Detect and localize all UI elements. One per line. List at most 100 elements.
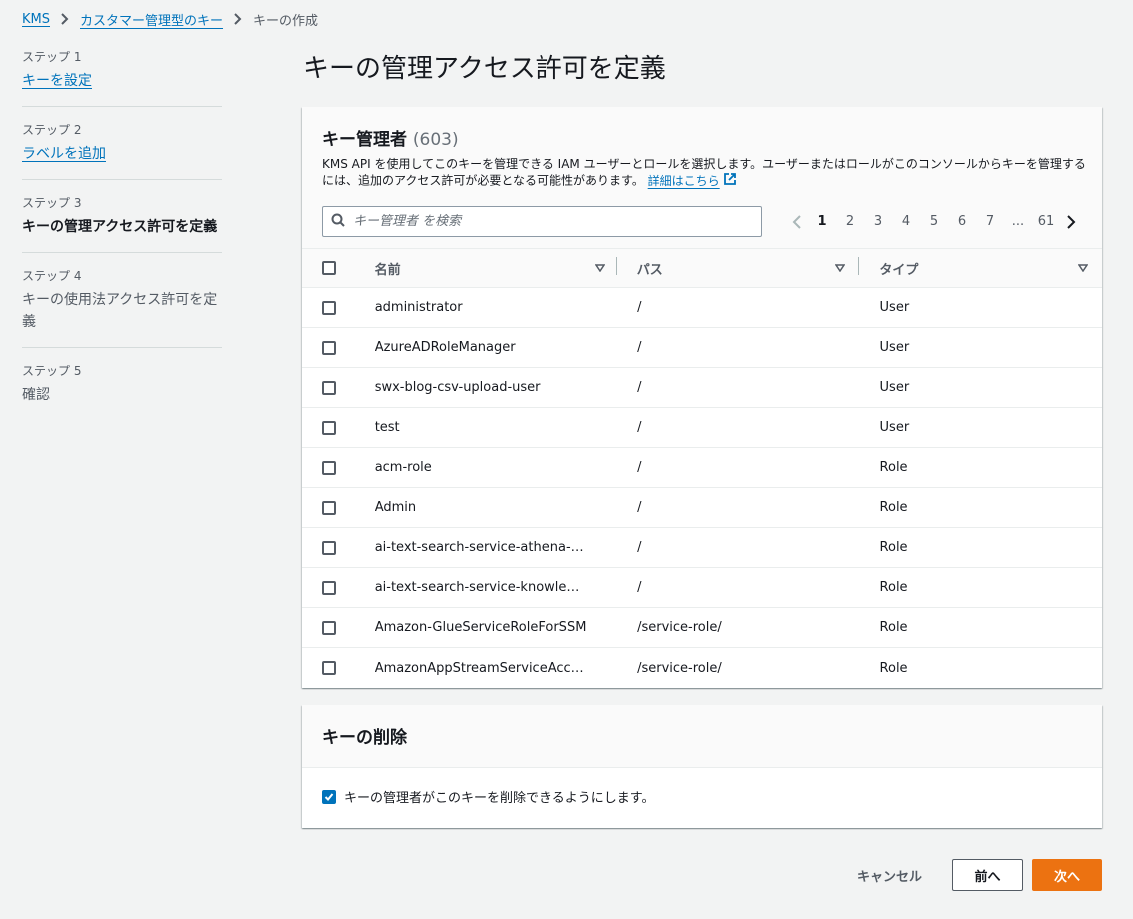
cell-type: Role: [879, 460, 908, 475]
select-all-checkbox[interactable]: [322, 261, 336, 275]
allow-deletion-checkbox[interactable]: [322, 789, 336, 804]
sort-caret-icon[interactable]: [594, 264, 605, 272]
page-2[interactable]: 2: [836, 214, 864, 229]
table-row[interactable]: ai-text-search-service-knowle… / Role: [302, 568, 1102, 608]
cell-name: AmazonAppStreamServiceAcc…: [374, 660, 584, 676]
cell-path: /: [637, 460, 642, 475]
cell-type: User: [879, 380, 910, 395]
search-box[interactable]: [322, 206, 762, 237]
wizard-steps: ステップ 1 キーを設定 ステップ 2 ラベルを追加 ステップ 3 キーの管理ア…: [22, 48, 222, 434]
cell-type: User: [879, 420, 910, 435]
cell-path: /service-role/: [637, 620, 722, 635]
cell-path: /: [637, 300, 642, 315]
page-7[interactable]: 7: [976, 214, 1004, 229]
row-checkbox[interactable]: [322, 420, 336, 435]
deletion-option: キーの管理者がこのキーを削除できるようにします。: [302, 768, 1102, 825]
cell-type: Role: [879, 540, 908, 555]
breadcrumb-current: キーの作成: [253, 13, 319, 29]
step-link-configure-key[interactable]: キーを設定: [22, 73, 92, 89]
cell-path: /service-role/: [637, 660, 722, 676]
cell-path: /: [637, 380, 642, 395]
cell-path: /: [637, 420, 642, 435]
table-row[interactable]: swx-blog-csv-upload-user / User: [302, 368, 1102, 408]
cancel-button[interactable]: キャンセル: [857, 866, 922, 885]
page-1[interactable]: 1: [808, 214, 836, 229]
panel-header: キー管理者 (603) KMS API を使用してこのキーを管理できる IAM …: [302, 107, 1102, 248]
step-number: ステップ 1: [22, 50, 82, 64]
page-4[interactable]: 4: [892, 214, 920, 229]
allow-deletion-label[interactable]: キーの管理者がこのキーを削除できるようにします。: [344, 787, 654, 806]
cell-name: ai-text-search-service-athena-…: [374, 540, 584, 555]
step-title: 確認: [22, 387, 50, 403]
row-checkbox[interactable]: [322, 340, 336, 355]
panel-title: キーの削除: [322, 728, 407, 748]
page-5[interactable]: 5: [920, 214, 948, 229]
column-header-type[interactable]: タイプ: [859, 259, 1102, 278]
cell-path: /: [637, 340, 642, 355]
page-61[interactable]: 61: [1032, 214, 1060, 229]
page-6[interactable]: 6: [948, 214, 976, 229]
external-link-icon: [723, 172, 737, 190]
cell-path: /: [637, 500, 642, 515]
cell-name: administrator: [374, 300, 463, 315]
key-deletion-panel: キーの削除 キーの管理者がこのキーを削除できるようにします。: [302, 705, 1102, 828]
previous-button[interactable]: 前へ: [952, 859, 1023, 891]
page-ellipsis: ...: [1011, 214, 1025, 229]
step-number: ステップ 3: [22, 196, 82, 210]
cell-name: ai-text-search-service-knowle…: [374, 580, 580, 595]
table-header: 名前 パス タイプ: [302, 248, 1102, 288]
breadcrumb: KMS カスタマー管理型のキー キーの作成: [22, 9, 318, 29]
table-row[interactable]: Amazon-GlueServiceRoleForSSM /service-ro…: [302, 608, 1102, 648]
cell-name: Amazon-GlueServiceRoleForSSM: [374, 620, 587, 635]
row-checkbox[interactable]: [322, 580, 336, 595]
column-label: パス: [636, 262, 663, 278]
table-row[interactable]: AmazonAppStreamServiceAcc… /service-role…: [302, 648, 1102, 688]
learn-more-link[interactable]: 詳細はこちら: [648, 172, 737, 190]
breadcrumb-kms[interactable]: KMS: [22, 12, 50, 27]
row-checkbox[interactable]: [322, 661, 336, 675]
cell-name: swx-blog-csv-upload-user: [374, 380, 541, 395]
next-button[interactable]: 次へ: [1032, 859, 1102, 891]
row-checkbox[interactable]: [322, 540, 336, 555]
row-checkbox[interactable]: [322, 460, 336, 475]
table-row[interactable]: Admin / Role: [302, 488, 1102, 528]
chevron-right-icon[interactable]: [1060, 214, 1082, 229]
column-header-path[interactable]: パス: [617, 256, 860, 278]
table-row[interactable]: test / User: [302, 408, 1102, 448]
table-body: administrator / User AzureADRoleManager …: [302, 288, 1102, 688]
cell-path: /: [637, 580, 642, 595]
row-checkbox[interactable]: [322, 620, 336, 635]
page-3[interactable]: 3: [864, 214, 892, 229]
table-row[interactable]: acm-role / Role: [302, 448, 1102, 488]
key-administrators-panel: キー管理者 (603) KMS API を使用してこのキーを管理できる IAM …: [302, 107, 1102, 688]
row-checkbox[interactable]: [322, 380, 336, 395]
table-row[interactable]: ai-text-search-service-athena-… / Role: [302, 528, 1102, 568]
cell-path: /: [637, 540, 642, 555]
step-title: キーの使用法アクセス許可を定義: [22, 292, 218, 330]
cell-type: User: [879, 340, 910, 355]
cell-type: Role: [879, 580, 908, 595]
row-checkbox[interactable]: [322, 300, 336, 315]
chevron-left-icon[interactable]: [786, 214, 808, 229]
cell-type: User: [879, 300, 910, 315]
column-label: タイプ: [879, 262, 919, 278]
cell-name: AzureADRoleManager: [374, 340, 516, 355]
step-link-add-labels[interactable]: ラベルを追加: [22, 146, 106, 162]
sort-caret-icon[interactable]: [835, 264, 846, 272]
table-row[interactable]: administrator / User: [302, 288, 1102, 328]
cell-type: Role: [879, 500, 908, 515]
sort-caret-icon[interactable]: [1078, 264, 1088, 272]
chevron-right-icon: [60, 13, 70, 25]
step-5: ステップ 5 確認: [22, 362, 222, 420]
row-checkbox[interactable]: [322, 500, 336, 515]
admin-count: (603): [412, 130, 459, 150]
cell-name: Admin: [374, 500, 417, 515]
panel-header: キーの削除: [302, 705, 1102, 768]
column-header-name[interactable]: 名前: [375, 256, 617, 278]
panel-description: KMS API を使用してこのキーを管理できる IAM ユーザーとロールを選択し…: [322, 156, 1092, 190]
pagination: 1 2 3 4 5 6 7 ... 61: [786, 214, 1082, 229]
breadcrumb-customer-managed-keys[interactable]: カスタマー管理型のキー: [80, 10, 223, 29]
table-row[interactable]: AzureADRoleManager / User: [302, 328, 1102, 368]
step-number: ステップ 5: [22, 364, 82, 378]
search-input[interactable]: [353, 214, 743, 229]
